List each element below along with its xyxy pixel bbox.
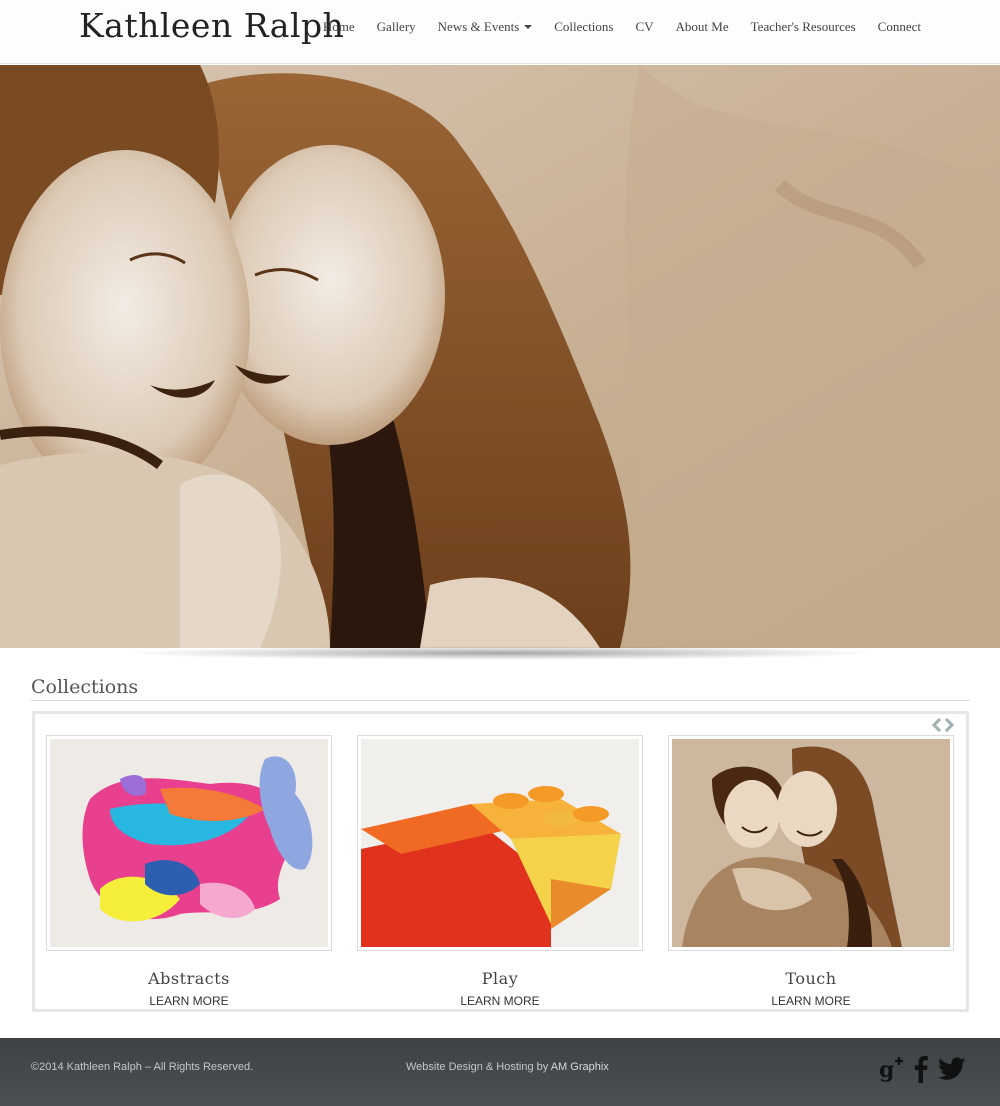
nav-connect[interactable]: Connect — [878, 19, 921, 35]
google-plus-icon[interactable]: g — [878, 1055, 904, 1088]
nav-about-me[interactable]: About Me — [676, 19, 729, 35]
design-credit-link[interactable]: AM Graphix — [551, 1061, 609, 1073]
nav-cv[interactable]: CV — [635, 19, 653, 35]
chevron-right-icon[interactable] — [944, 717, 955, 733]
site-footer: ©2014 Kathleen Ralph – All Rights Reserv… — [0, 1038, 1000, 1106]
hero-banner-image — [0, 65, 1000, 648]
collections-heading: Collections — [31, 676, 139, 701]
copyright-text: ©2014 Kathleen Ralph – All Rights Reserv… — [31, 1061, 254, 1073]
learn-more-link-play[interactable]: LEARN MORE — [357, 994, 643, 1008]
collection-card-touch: Touch LEARN MORE — [668, 735, 954, 1008]
collections-carousel: Abstracts LEARN MORE Play LEARN MORE Tou… — [32, 711, 969, 1012]
section-divider — [31, 700, 970, 701]
collection-thumbnail-touch[interactable] — [668, 735, 954, 951]
collection-thumbnail-play[interactable] — [357, 735, 643, 951]
facebook-icon[interactable] — [914, 1055, 928, 1088]
touch-artwork-image — [672, 739, 950, 947]
collection-card-play: Play LEARN MORE — [357, 735, 643, 1008]
collection-title-play[interactable]: Play — [357, 969, 643, 988]
main-nav: Home Gallery News & Events Collections C… — [301, 19, 921, 35]
design-credit-prefix: Website Design & Hosting by — [406, 1061, 551, 1073]
abstracts-artwork-image — [50, 739, 328, 947]
play-artwork-image — [361, 739, 639, 947]
collection-card-abstracts: Abstracts LEARN MORE — [46, 735, 332, 1008]
twitter-icon[interactable] — [938, 1057, 966, 1086]
svg-text:g: g — [879, 1057, 894, 1083]
collection-title-abstracts[interactable]: Abstracts — [46, 969, 332, 988]
nav-news-events-label: News & Events — [437, 19, 520, 34]
carousel-controls — [931, 717, 955, 733]
chevron-left-icon[interactable] — [931, 717, 942, 733]
design-credit: Website Design & Hosting by AM Graphix — [406, 1061, 609, 1073]
hero-painting — [0, 65, 1000, 648]
nav-teachers-resources[interactable]: Teacher's Resources — [751, 19, 856, 35]
learn-more-link-abstracts[interactable]: LEARN MORE — [46, 994, 332, 1008]
social-links: g — [878, 1055, 966, 1088]
nav-gallery[interactable]: Gallery — [377, 19, 416, 35]
collection-title-touch[interactable]: Touch — [668, 969, 954, 988]
caret-down-icon — [524, 25, 533, 29]
nav-home[interactable]: Home — [323, 19, 355, 35]
hero-shadow — [120, 646, 880, 660]
collection-thumbnail-abstracts[interactable] — [46, 735, 332, 951]
site-header: Kathleen Ralph Home Gallery News & Event… — [0, 0, 1000, 64]
nav-news-events[interactable]: News & Events — [438, 19, 533, 35]
learn-more-link-touch[interactable]: LEARN MORE — [668, 994, 954, 1008]
nav-collections[interactable]: Collections — [554, 19, 613, 35]
